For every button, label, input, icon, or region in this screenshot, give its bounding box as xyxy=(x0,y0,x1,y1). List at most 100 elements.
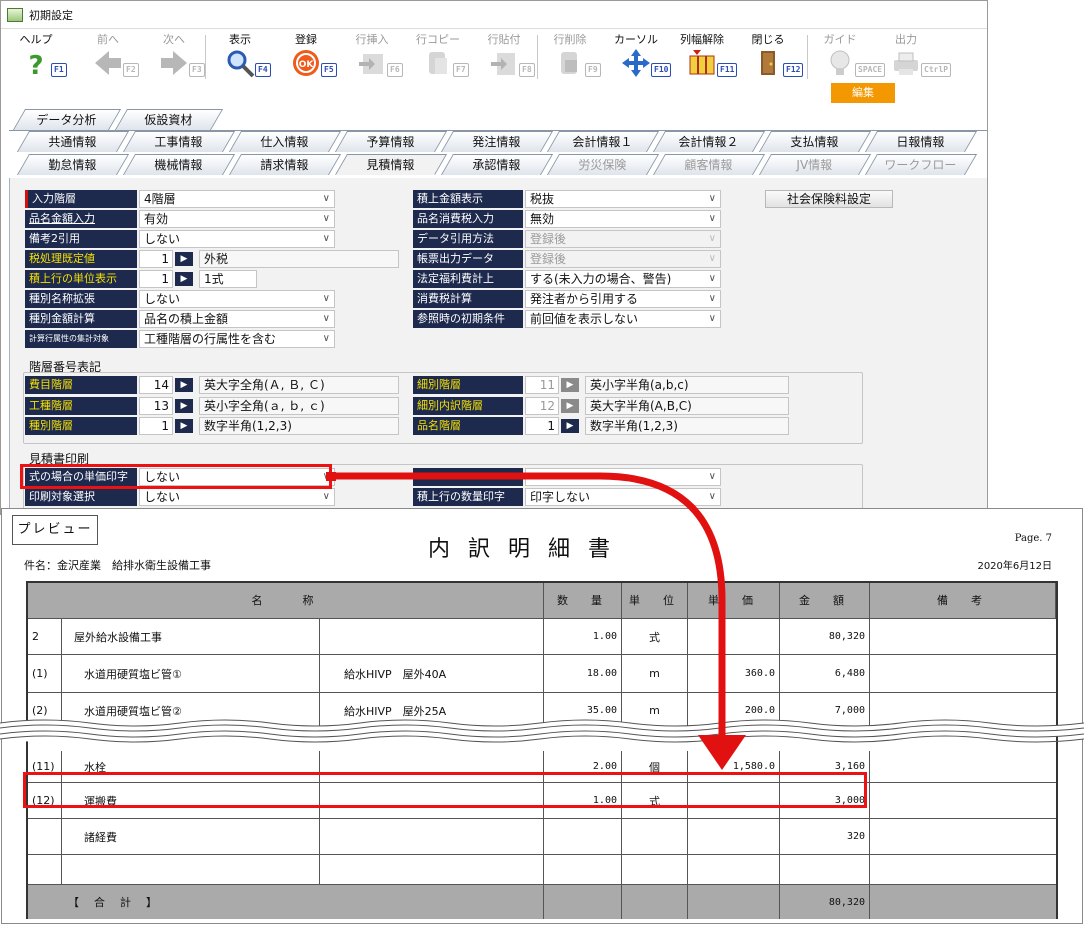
toolbar-button-2[interactable]: 前へ F2 xyxy=(75,31,141,79)
tab-row3-7[interactable]: 顧客情報 xyxy=(652,154,766,175)
estimate-print-select[interactable]: ∨ xyxy=(525,468,721,486)
estimate-print-select[interactable]: 印字しない ∨ xyxy=(525,488,721,506)
setting-number[interactable]: 1 xyxy=(139,250,173,268)
tab-row3-4[interactable]: 見積情報 xyxy=(334,154,448,175)
toolbar-button-12[interactable]: 閉じる F12 xyxy=(735,31,804,79)
tab-label: データ分析 xyxy=(36,113,97,127)
arrow-right-icon[interactable]: ▶ xyxy=(175,378,193,392)
hierarchy-number[interactable]: 13 xyxy=(139,397,173,415)
toolbar-button-8[interactable]: 行貼付 F8 xyxy=(471,31,537,79)
tab-row2-5[interactable]: 発注情報 xyxy=(440,131,554,152)
toolbar-button-label: 登録 xyxy=(295,33,317,46)
arrow-right-icon[interactable]: ▶ xyxy=(175,252,193,266)
tab-row2-2[interactable]: 工事情報 xyxy=(122,131,236,152)
setting-select[interactable]: する(未入力の場合、警告) ∨ xyxy=(525,270,721,288)
arrow-right-icon[interactable]: ▶ xyxy=(175,419,193,433)
arrow-right-icon[interactable]: ▶ xyxy=(175,272,193,286)
chevron-down-icon: ∨ xyxy=(708,293,716,304)
toolbar-button-9[interactable]: 行削除 F9 xyxy=(537,31,603,79)
setting-value: しない xyxy=(144,490,181,504)
setting-select[interactable]: 無効 ∨ xyxy=(525,210,721,228)
setting-value: 印字しない xyxy=(530,490,591,504)
tab-row1-2[interactable]: 仮設資材 xyxy=(114,109,224,130)
tab-row2-6[interactable]: 会計情報１ xyxy=(546,131,660,152)
item-remarks xyxy=(870,819,1056,854)
tab-row3-5[interactable]: 承認情報 xyxy=(440,154,554,175)
document-subject: 件名：金沢産業 給排水衛生設備工事 xyxy=(24,559,211,572)
hierarchy-text: 英大字半角(A,B,C) xyxy=(585,397,789,415)
tab-row3-6[interactable]: 労災保険 xyxy=(546,154,660,175)
hierarchy-label: 品名階層 xyxy=(413,417,523,435)
row-insert-icon xyxy=(359,54,383,74)
chevron-down-icon: ∨ xyxy=(708,491,716,502)
tab-label: 請求情報 xyxy=(260,158,309,172)
hierarchy-number[interactable]: 1 xyxy=(139,417,173,435)
preview-button[interactable]: プレビュー xyxy=(12,515,98,545)
hierarchy-label: 細別内訳階層 xyxy=(413,397,523,415)
toolbar-button-label: 行挿入 xyxy=(355,33,389,46)
hierarchy-number[interactable]: 1 xyxy=(525,417,559,435)
tab-row2-9[interactable]: 日報情報 xyxy=(864,131,978,152)
setting-select[interactable]: しない ∨ xyxy=(139,290,335,308)
arrow-right-icon[interactable]: ▶ xyxy=(561,419,579,433)
tab-label: 共通情報 xyxy=(48,135,97,149)
setting-select[interactable]: 4階層 ∨ xyxy=(139,190,335,208)
setting-select[interactable]: 発注者から引用する ∨ xyxy=(525,290,721,308)
toolbar-button-11[interactable]: 列幅解除 F11 xyxy=(669,31,738,79)
total-qty xyxy=(544,885,622,919)
toolbar-button-7[interactable]: 行コピー F7 xyxy=(405,31,471,79)
tab-row3-8[interactable]: JV情報 xyxy=(758,154,872,175)
arrow-right-icon[interactable]: ▶ xyxy=(175,399,193,413)
tab-row3-2[interactable]: 機械情報 xyxy=(122,154,236,175)
toolbar-button-label: 表示 xyxy=(229,33,251,46)
toolbar-button-4[interactable]: 表示 F4 xyxy=(207,31,273,79)
toolbar-button-1[interactable]: ヘルプ? F1 xyxy=(3,31,69,79)
toolbar-button-label: 列幅解除 xyxy=(680,33,724,46)
setting-number[interactable]: 1 xyxy=(139,270,173,288)
chevron-down-icon: ∨ xyxy=(322,491,330,502)
function-key-badge: F2 xyxy=(123,63,139,77)
item-spec xyxy=(320,619,544,654)
tab-row2-3[interactable]: 仕入情報 xyxy=(228,131,342,152)
tab-row3-3[interactable]: 請求情報 xyxy=(228,154,342,175)
item-remarks xyxy=(870,783,1056,818)
chevron-down-icon: ∨ xyxy=(708,193,716,204)
tab-row2-7[interactable]: 会計情報２ xyxy=(652,131,766,152)
toolbar-button-6[interactable]: 行挿入 F6 xyxy=(339,31,405,79)
estimate-print-select[interactable]: しない ∨ xyxy=(139,488,335,506)
tab-row2-1[interactable]: 共通情報 xyxy=(16,131,130,152)
toolbar-button-13[interactable]: ガイド SPACE xyxy=(807,31,886,79)
svg-text:?: ? xyxy=(28,51,43,78)
toolbar-button-14[interactable]: 出力 CtrlP xyxy=(873,31,952,79)
tab-row2-8[interactable]: 支払情報 xyxy=(758,131,872,152)
table-break-wave xyxy=(0,719,1084,743)
setting-select[interactable]: 品名の積上金額 ∨ xyxy=(139,310,335,328)
setting-select[interactable]: しない ∨ xyxy=(139,230,335,248)
tab-row3-1[interactable]: 勤怠情報 xyxy=(16,154,130,175)
setting-select[interactable]: 税抜 ∨ xyxy=(525,190,721,208)
tab-label: 顧客情報 xyxy=(684,158,733,172)
social-insurance-settings-button[interactable]: 社会保険料設定 xyxy=(765,190,893,208)
toolbar-button-10[interactable]: カーソル F10 xyxy=(603,31,672,79)
toolbar-button-3[interactable]: 次へ F3 xyxy=(141,31,207,79)
tab-row2-4[interactable]: 予算情報 xyxy=(334,131,448,152)
hierarchy-number: 12 xyxy=(525,397,559,415)
item-unit: m xyxy=(622,655,688,692)
hierarchy-number[interactable]: 14 xyxy=(139,376,173,394)
chevron-down-icon: ∨ xyxy=(322,193,330,204)
setting-value: 登録後 xyxy=(530,232,567,246)
toolbar-button-5[interactable]: 登録 OK F5 xyxy=(273,31,339,79)
hierarchy-text: 数字半角(1,2,3) xyxy=(585,417,789,435)
function-key-badge: F7 xyxy=(453,63,469,77)
chevron-down-icon: ∨ xyxy=(322,293,330,304)
setting-select[interactable]: 前回値を表示しない ∨ xyxy=(525,310,721,328)
setting-select[interactable]: 工種階層の行属性を含む ∨ xyxy=(139,330,335,348)
item-unit: 式 xyxy=(622,619,688,654)
tab-label: 発注情報 xyxy=(472,135,521,149)
tab-row1-1[interactable]: データ分析 xyxy=(12,109,122,130)
total-amount: 80,320 xyxy=(780,885,870,919)
table-total-row: 【 合 計 】 80,320 xyxy=(28,885,1056,919)
item-amount: 6,480 xyxy=(780,655,870,692)
tab-row3-9[interactable]: ワークフロー xyxy=(864,154,978,175)
setting-select[interactable]: 有効 ∨ xyxy=(139,210,335,228)
